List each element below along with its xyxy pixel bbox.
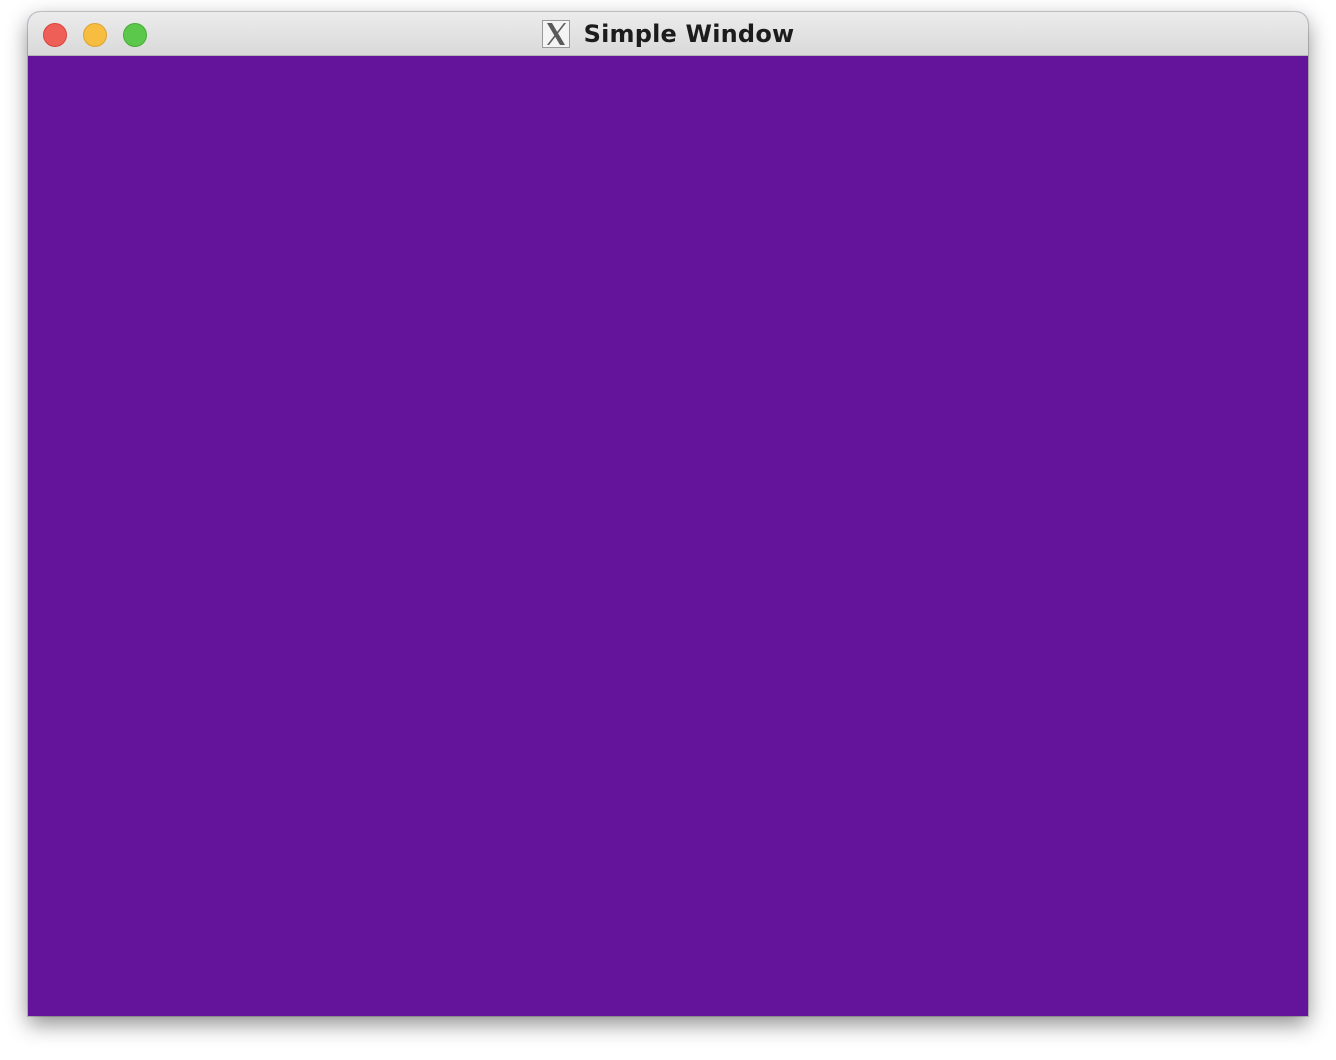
window-content-area[interactable] — [28, 56, 1308, 1016]
simple-window: Simple Window — [28, 12, 1308, 1016]
title-bar[interactable]: Simple Window — [28, 12, 1308, 56]
x11-icon — [541, 20, 570, 48]
window-title-group: Simple Window — [28, 12, 1308, 56]
window-title: Simple Window — [583, 20, 795, 48]
